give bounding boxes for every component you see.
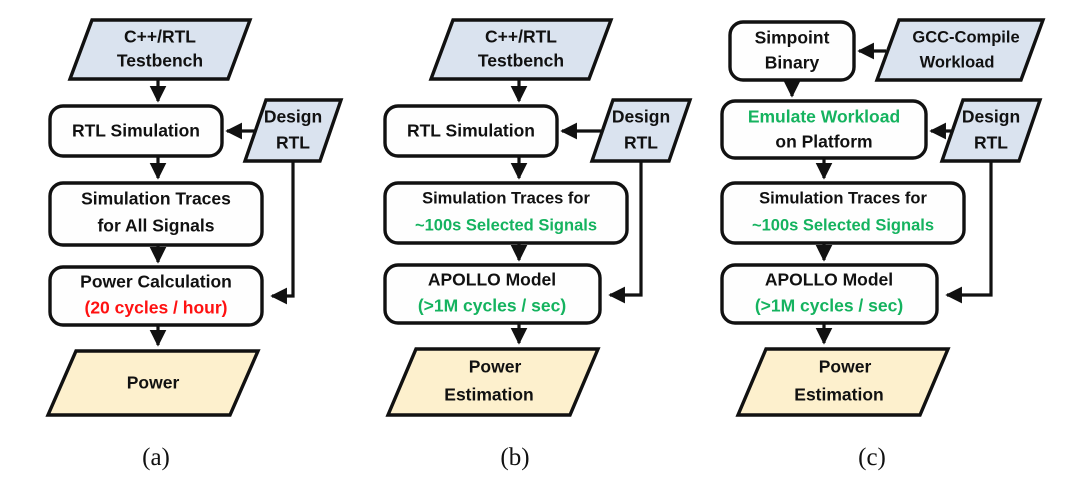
- node-emulate-workload-c: Emulate Workload on Platform: [720, 99, 928, 160]
- node-label-line1: Power: [819, 357, 872, 377]
- node-label-line1: Simulation Traces for: [422, 189, 590, 207]
- node-label-line1: Design: [264, 107, 322, 127]
- node-label-line1: Design: [962, 107, 1020, 127]
- node-power-output-c: Power Estimation: [735, 347, 951, 417]
- panel-label-a: (a): [142, 444, 170, 471]
- panel-label-c: (c): [858, 444, 886, 471]
- node-power-output-b: Power Estimation: [385, 347, 601, 417]
- node-power-calculation-a: Power Calculation (20 cycles / hour): [48, 265, 264, 327]
- node-label-line1: Power Calculation: [80, 272, 232, 292]
- node-power-output-a: Power: [45, 349, 261, 417]
- node-simpoint-binary-c: Simpoint Binary: [728, 20, 856, 82]
- node-traces-c: Simulation Traces for ~100s Selected Sig…: [720, 181, 966, 245]
- node-label-line2: Estimation: [794, 385, 883, 405]
- node-rtl-simulation-a: RTL Simulation: [48, 104, 224, 158]
- node-label-line1: Power: [469, 357, 522, 377]
- node-label-line1: Emulate Workload: [748, 107, 900, 127]
- node-label-line2: RTL: [276, 133, 310, 153]
- figure-canvas: C++/RTL Testbench RTL Simulation Design …: [0, 0, 1080, 501]
- node-label-line2: RTL: [624, 133, 658, 153]
- node-label-line2: Workload: [920, 53, 995, 71]
- node-label-line1: Power: [127, 373, 180, 393]
- node-apollo-model-b: APOLLO Model (>1M cycles / sec): [383, 263, 602, 325]
- node-label-line1: Simulation Traces for: [759, 189, 927, 207]
- node-label-line2: Testbench: [117, 51, 203, 71]
- node-label-line2: ~100s Selected Signals: [415, 216, 597, 234]
- node-label-line1: RTL Simulation: [407, 121, 535, 141]
- node-label-line2: ~100s Selected Signals: [752, 216, 934, 234]
- node-traces-b: Simulation Traces for ~100s Selected Sig…: [383, 181, 629, 245]
- node-traces-a: Simulation Traces for All Signals: [48, 181, 264, 247]
- node-testbench-a: C++/RTL Testbench: [67, 18, 253, 81]
- node-label-line2: RTL: [974, 133, 1008, 153]
- node-label-line2: for All Signals: [97, 216, 214, 236]
- node-label-line2: on Platform: [775, 132, 872, 152]
- node-rtl-simulation-b: RTL Simulation: [383, 104, 559, 158]
- node-label-line1: Simpoint: [755, 28, 830, 48]
- node-label-line2: Estimation: [444, 385, 533, 405]
- node-label-line1: APOLLO Model: [765, 270, 893, 290]
- node-label-line1: RTL Simulation: [72, 121, 200, 141]
- node-apollo-model-c: APOLLO Model (>1M cycles / sec): [720, 263, 939, 325]
- node-label-line1: GCC-Compile: [912, 28, 1019, 46]
- node-label-line1: Design: [612, 107, 670, 127]
- node-label-line1: APOLLO Model: [428, 270, 556, 290]
- node-gcc-workload-c: GCC-Compile Workload: [874, 18, 1046, 82]
- node-label-line1: Simulation Traces: [81, 189, 231, 209]
- node-label-line1: C++/RTL: [485, 27, 557, 47]
- node-label-line2: (>1M cycles / sec): [418, 296, 566, 316]
- node-label-line2: (20 cycles / hour): [85, 298, 228, 318]
- node-label-line1: C++/RTL: [124, 27, 196, 47]
- node-label-line2: (>1M cycles / sec): [755, 296, 903, 316]
- node-testbench-b: C++/RTL Testbench: [428, 18, 614, 81]
- panel-label-b: (b): [500, 444, 529, 471]
- node-label-line2: Binary: [765, 53, 820, 73]
- node-label-line2: Testbench: [478, 51, 564, 71]
